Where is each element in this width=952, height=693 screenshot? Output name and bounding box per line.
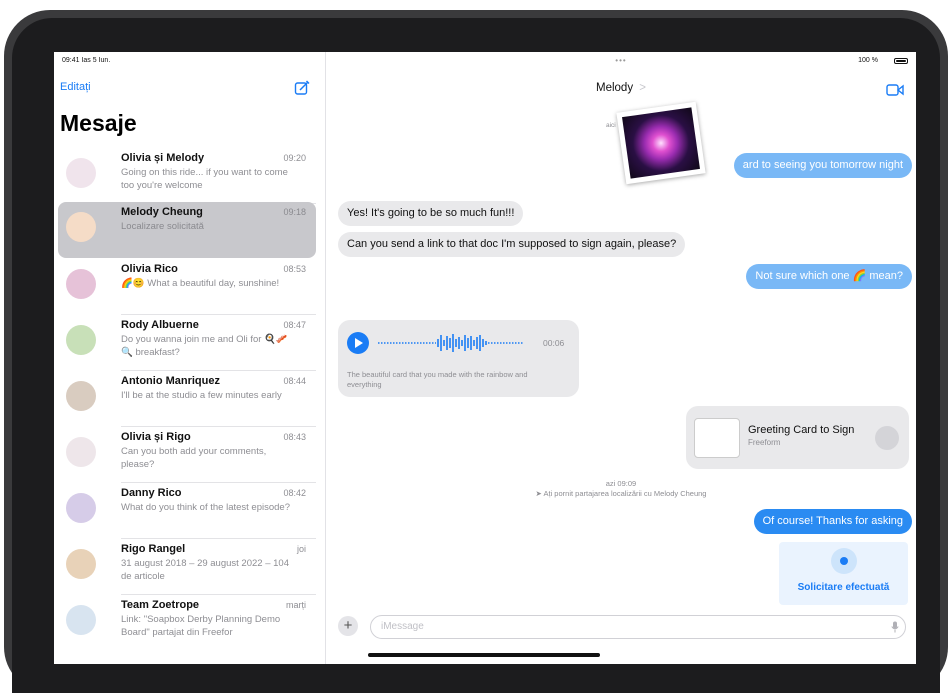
conversation-team-zoetrope[interactable]: Team Zoetrope marți Link: "Soapbox Derby… bbox=[58, 595, 316, 651]
avatar bbox=[66, 212, 96, 242]
edit-button[interactable]: Editați bbox=[60, 81, 91, 93]
conversation-preview: I'll be at the studio a few minutes earl… bbox=[121, 390, 282, 401]
conversation-olivia-rigo[interactable]: Olivia și Rigo 08:43 Can you both add yo… bbox=[58, 427, 316, 483]
conversation-preview: Going on this ride... if you want to com… bbox=[121, 167, 288, 191]
avatar bbox=[66, 493, 96, 523]
message-outgoing[interactable]: ard to seeing you tomorrow night bbox=[733, 153, 912, 178]
conversation-time: joi bbox=[296, 544, 306, 554]
avatar bbox=[66, 381, 96, 411]
screen: 09:41 Ias 5 Iun. Editați Mesaje Olivia ș… bbox=[54, 52, 916, 664]
conversation-rigo-rangel[interactable]: Rigo Rangel joi 31 august 2018 – 29 augu… bbox=[58, 539, 316, 595]
conversation-time: 08:43 bbox=[283, 432, 306, 442]
message-outgoing[interactable]: Of course! Thanks for asking bbox=[753, 509, 912, 534]
card-title: Greeting Card to Sign bbox=[748, 424, 855, 436]
conversation-rody-albuerne[interactable]: Rody Albuerne 08:47 Do you wanna join me… bbox=[58, 315, 316, 371]
conversation-preview: Link: "Soapbox Derby Planning Demo Board… bbox=[121, 614, 281, 638]
conversation-preview: Localizare solicitată bbox=[121, 221, 204, 232]
conversation-antonio-manriquez[interactable]: Antonio Manriquez 08:44 I'll be at the s… bbox=[58, 371, 316, 427]
conversation-time: 09:18 bbox=[283, 207, 306, 217]
conversation-name: Rigo Rangel bbox=[121, 543, 186, 555]
chat-header: Melody > bbox=[326, 70, 916, 108]
conversation-preview: Do you wanna join me and Oli for 🍳🥓🔍 bre… bbox=[121, 334, 288, 358]
multitasking-dots[interactable]: ••• bbox=[615, 56, 626, 65]
conversation-time: 08:53 bbox=[283, 264, 306, 274]
chevron-right-icon: > bbox=[639, 82, 646, 94]
avatar bbox=[66, 325, 96, 355]
location-request[interactable]: Solicitare efectuată bbox=[779, 542, 908, 605]
conversation-name: Olivia Rico bbox=[121, 263, 178, 275]
photo-caption: aici bbox=[606, 122, 616, 129]
audio-duration: 00:06 bbox=[543, 338, 565, 348]
waveform-icon bbox=[378, 334, 524, 352]
conversation-name: Antonio Manriquez bbox=[121, 375, 220, 387]
system-time: azi 09:09 bbox=[605, 479, 637, 488]
conversation-olivia-melody[interactable]: Olivia și Melody 09:20 Going on this rid… bbox=[58, 148, 316, 204]
apps-button[interactable]: + bbox=[338, 616, 358, 636]
status-battery-percent: 100 % bbox=[858, 57, 878, 64]
freeform-card[interactable]: Greeting Card to Sign Freeform bbox=[686, 406, 909, 469]
battery-icon bbox=[894, 58, 908, 64]
conversation-preview: 🌈😊 What a beautiful day, sunshine! bbox=[121, 278, 280, 289]
collaborators-icon[interactable] bbox=[875, 426, 899, 450]
video-call-icon[interactable] bbox=[886, 84, 904, 96]
message-outgoing[interactable]: Not sure which one 🌈 mean? bbox=[746, 264, 912, 289]
system-message: ➤ Ați pornit partajarea localizării cu M… bbox=[535, 489, 707, 498]
home-indicator[interactable] bbox=[368, 653, 600, 657]
conversation-name: Rody Albuerne bbox=[121, 319, 199, 331]
conversation-danny-rico[interactable]: Danny Rico 08:42 What do you think of th… bbox=[58, 483, 316, 539]
contact-name: Melody bbox=[596, 82, 634, 94]
conversation-name: Olivia și Melody bbox=[121, 152, 205, 164]
freeform-thumbnail bbox=[694, 418, 740, 458]
conversation-name: Team Zoetrope bbox=[121, 599, 200, 611]
conversation-name: Melody Cheung bbox=[121, 206, 203, 218]
conversation-melody-cheung[interactable]: Melody Cheung 09:18 Localizare solicitat… bbox=[58, 202, 316, 258]
message-input[interactable]: iMessage bbox=[370, 615, 906, 639]
conversation-time: 08:44 bbox=[283, 376, 306, 386]
sidebar: 09:41 Ias 5 Iun. Editați Mesaje Olivia ș… bbox=[54, 52, 326, 664]
conversation-name: Danny Rico bbox=[121, 487, 182, 499]
chat-panel: ••• 100 % Melody > aici ard to seeing yo… bbox=[326, 52, 916, 664]
conversation-preview: 31 august 2018 – 29 august 2022 – 104 de… bbox=[121, 558, 289, 582]
status-time: 09:41 Ias 5 Iun. bbox=[62, 57, 111, 64]
audio-message[interactable]: 00:06 The beautiful card that you made w… bbox=[338, 320, 579, 397]
card-subtitle: Freeform bbox=[748, 438, 781, 447]
conversation-time: marți bbox=[286, 600, 306, 610]
conversation-time: 08:42 bbox=[283, 488, 306, 498]
conversation-time: 08:47 bbox=[283, 320, 306, 330]
audio-transcript: The beautiful card that you made with th… bbox=[347, 370, 528, 389]
message-placeholder: iMessage bbox=[381, 621, 424, 632]
avatar bbox=[66, 269, 96, 299]
conversation-preview: What do you think of the latest episode? bbox=[121, 502, 290, 513]
message-incoming[interactable]: Yes! It's going to be so much fun!!! bbox=[338, 201, 524, 226]
avatar bbox=[66, 549, 96, 579]
location-icon bbox=[830, 548, 857, 574]
avatar bbox=[66, 605, 96, 635]
avatar bbox=[66, 158, 96, 188]
conversation-preview: Can you both add your comments, please? bbox=[121, 446, 267, 470]
location-request-label: Solicitare efectuată bbox=[797, 582, 890, 593]
contact-name-button[interactable]: Melody > bbox=[596, 82, 646, 94]
conversation-time: 09:20 bbox=[283, 153, 306, 163]
message-incoming[interactable]: Can you send a link to that doc I'm supp… bbox=[338, 232, 686, 257]
conversation-name: Olivia și Rigo bbox=[121, 431, 191, 443]
compose-icon[interactable] bbox=[294, 80, 310, 96]
avatar bbox=[66, 437, 96, 467]
microphone-icon[interactable] bbox=[891, 621, 899, 633]
play-icon[interactable] bbox=[347, 332, 369, 354]
conversation-olivia-rico[interactable]: Olivia Rico 08:53 🌈😊 What a beautiful da… bbox=[58, 259, 316, 315]
fireworks-photo[interactable] bbox=[616, 101, 706, 185]
fireworks-image bbox=[622, 107, 700, 179]
page-title: Mesaje bbox=[60, 110, 137, 136]
